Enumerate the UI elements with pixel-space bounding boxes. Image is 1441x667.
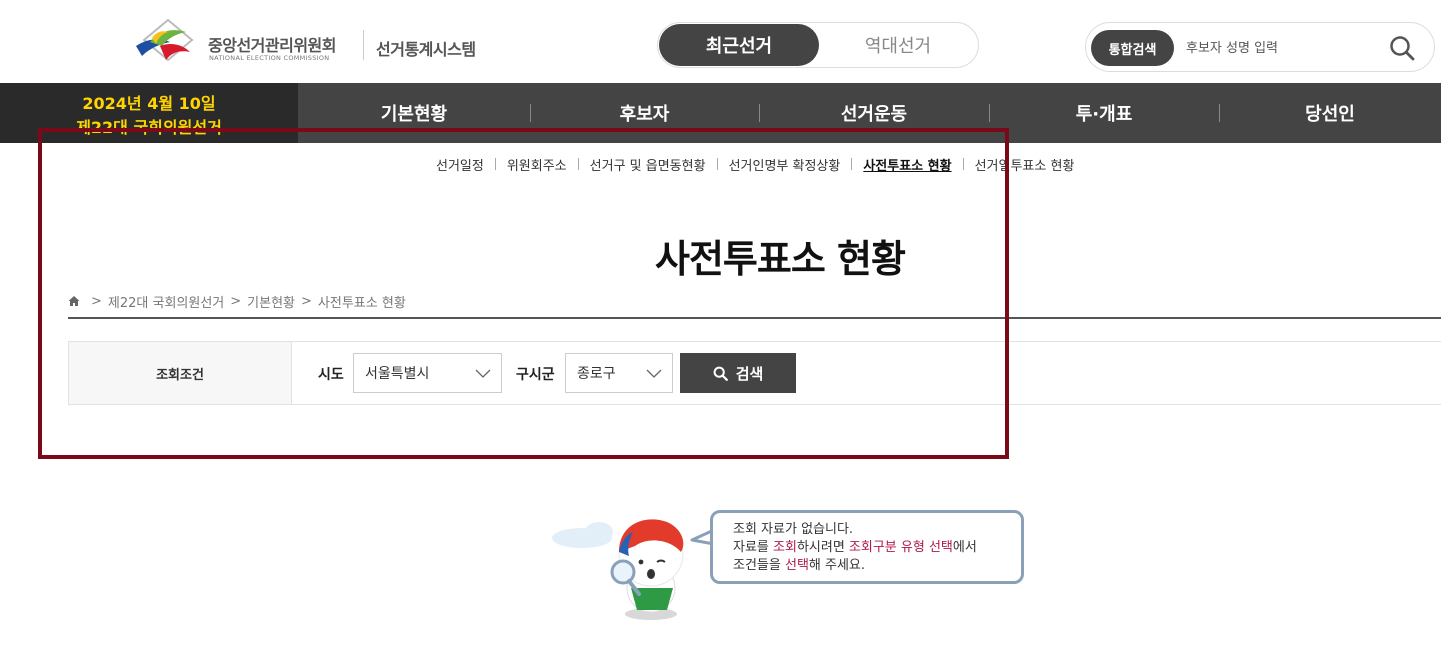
nav-item-candidates[interactable]: 후보자 bbox=[530, 83, 759, 143]
past-election-tab[interactable]: 역대선거 bbox=[819, 24, 977, 66]
gusi-select[interactable]: 종로구 bbox=[565, 353, 673, 393]
nav-item-campaign[interactable]: 선거운동 bbox=[759, 83, 989, 143]
nec-logo-icon bbox=[136, 18, 194, 62]
breadcrumb-separator: > bbox=[91, 293, 102, 309]
page-title: 사전투표소 현황 bbox=[655, 237, 906, 281]
subnav-divider bbox=[716, 158, 718, 170]
sub-nav: 선거일정 위원회주소 선거구 및 읍면동현황 선거인명부 확정상황 사전투표소 … bbox=[436, 155, 1075, 174]
message-highlight: 조회구분 유형 선택 bbox=[848, 540, 953, 555]
message-highlight: 선택 bbox=[784, 558, 809, 573]
search-button[interactable]: 검색 bbox=[680, 353, 796, 393]
subnav-voter-registry[interactable]: 선거인명부 확정상황 bbox=[729, 155, 841, 174]
empty-message-line3: 조건들을 선택해 주세요. bbox=[733, 557, 1021, 575]
empty-message-line2: 자료를 조회하시려면 조회구분 유형 선택에서 bbox=[733, 539, 1021, 557]
current-election[interactable]: 2024년 4월 10일 제22대 국회의원선거 bbox=[0, 83, 298, 143]
subnav-districts[interactable]: 선거구 및 읍면동현황 bbox=[590, 155, 706, 174]
subnav-divider bbox=[494, 158, 496, 170]
election-date: 2024년 4월 10일 bbox=[82, 94, 216, 113]
recent-election-tab[interactable]: 최근선거 bbox=[659, 24, 819, 66]
integrated-search-badge[interactable]: 통합검색 bbox=[1091, 30, 1174, 66]
subnav-election-day-stations[interactable]: 선거일투표소 현황 bbox=[975, 155, 1075, 174]
search-icon[interactable] bbox=[1388, 34, 1416, 62]
logo-divider bbox=[363, 30, 364, 60]
breadcrumb-item[interactable]: 기본현황 bbox=[247, 292, 295, 311]
breadcrumb-item-current: 사전투표소 현황 bbox=[317, 295, 406, 311]
message-text: 조건들을 bbox=[733, 558, 785, 573]
page: 중앙선거관리위원회 NATIONAL ELECTION COMMISSION 선… bbox=[0, 0, 1441, 667]
subnav-committee-address[interactable]: 위원회주소 bbox=[507, 155, 567, 174]
election-name: 제22대 국회의원선거 bbox=[76, 118, 222, 137]
breadcrumb: > 제22대 국회의원선거 > 기본현황 > 사전투표소 현황 bbox=[68, 292, 406, 311]
sido-select[interactable]: 서울특별시 bbox=[353, 353, 502, 393]
nav-item-voting-counting[interactable]: 투·개표 bbox=[989, 83, 1219, 143]
message-text: 하시려면 bbox=[796, 540, 849, 555]
sido-label: 시도 bbox=[318, 367, 344, 383]
nec-logo[interactable]: 중앙선거관리위원회 NATIONAL ELECTION COMMISSION 선… bbox=[130, 16, 490, 68]
home-icon[interactable] bbox=[68, 295, 80, 307]
org-name-en: NATIONAL ELECTION COMMISSION bbox=[209, 54, 330, 62]
subnav-election-schedule[interactable]: 선거일정 bbox=[436, 155, 484, 174]
integrated-search: 통합검색 bbox=[1085, 22, 1435, 72]
election-period-toggle: 최근선거 역대선거 bbox=[657, 22, 979, 68]
subnav-divider bbox=[577, 158, 579, 170]
header: 중앙선거관리위원회 NATIONAL ELECTION COMMISSION 선… bbox=[0, 0, 1441, 83]
subnav-early-voting-stations[interactable]: 사전투표소 현황 bbox=[863, 155, 951, 174]
search-filter: 조회조건 시도 서울특별시 구시군 종로구 검색 bbox=[68, 341, 1441, 405]
candidate-search-input[interactable] bbox=[1186, 35, 1376, 61]
subnav-divider bbox=[851, 158, 853, 170]
filter-label: 조회조건 bbox=[69, 342, 292, 404]
gusi-label: 구시군 bbox=[516, 367, 555, 383]
main-nav: 2024년 4월 10일 제22대 국회의원선거 기본현황 후보자 선거운동 투… bbox=[0, 83, 1441, 143]
message-text: 해 주세요. bbox=[808, 558, 866, 573]
chevron-down-icon bbox=[475, 369, 491, 378]
org-name: 중앙선거관리위원회 bbox=[208, 36, 336, 55]
nav-item-basic-status[interactable]: 기본현황 bbox=[298, 83, 530, 143]
subnav-divider bbox=[962, 158, 964, 170]
message-text: 에서 bbox=[952, 540, 977, 555]
nav-item-elected[interactable]: 당선인 bbox=[1219, 83, 1441, 143]
message-text: 자료를 bbox=[733, 540, 774, 555]
empty-message-line1: 조회 자료가 없습니다. bbox=[733, 522, 854, 537]
search-icon bbox=[713, 366, 728, 381]
chevron-down-icon bbox=[646, 369, 662, 378]
search-button-label: 검색 bbox=[735, 364, 764, 383]
title-divider bbox=[68, 317, 1441, 319]
system-name: 선거통계시스템 bbox=[376, 40, 476, 59]
message-highlight: 조회 bbox=[773, 540, 797, 555]
breadcrumb-item[interactable]: 제22대 국회의원선거 bbox=[108, 292, 224, 311]
gusi-select-value: 종로구 bbox=[577, 366, 616, 382]
breadcrumb-separator: > bbox=[230, 293, 242, 309]
mascot-magnifier-icon bbox=[552, 519, 684, 620]
empty-result-message: 조회 자료가 없습니다. 자료를 조회하시려면 조회구분 유형 선택에서 조건들… bbox=[710, 510, 1024, 584]
sido-select-value: 서울특별시 bbox=[365, 366, 430, 382]
breadcrumb-separator: > bbox=[301, 293, 312, 309]
